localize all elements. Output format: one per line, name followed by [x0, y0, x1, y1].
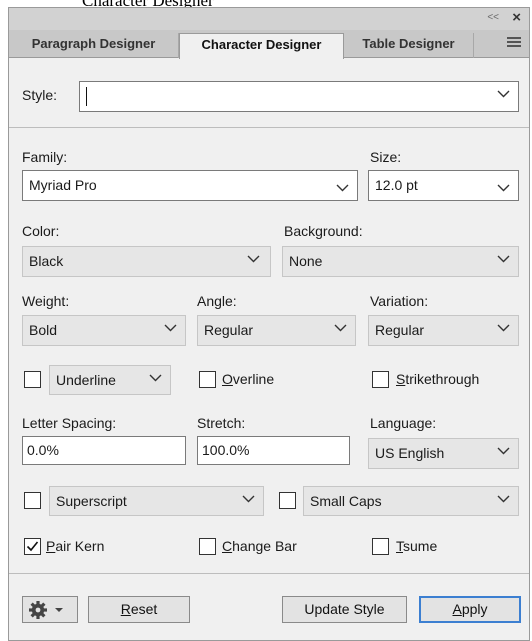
angle-dropdown[interactable]: Regular	[197, 315, 356, 346]
variation-dropdown[interactable]: Regular	[368, 315, 519, 346]
reset-button[interactable]: Reset	[88, 596, 190, 623]
weight-label: Weight:	[22, 293, 70, 309]
chevron-down-icon[interactable]	[497, 447, 510, 455]
panel-titlebar: << ×	[9, 8, 529, 30]
angle-value: Regular	[204, 322, 254, 338]
divider	[9, 573, 529, 574]
size-label: Size:	[370, 149, 402, 165]
character-designer-panel: << × Paragraph Designer Character Design…	[8, 7, 530, 641]
letter-spacing-value: 0.0%	[27, 442, 59, 458]
chevron-down-icon[interactable]	[497, 90, 510, 98]
update-style-button[interactable]: Update Style	[282, 596, 407, 623]
chevron-down-icon[interactable]	[247, 255, 260, 263]
tab-bar: Paragraph Designer Character Designer Ta…	[9, 30, 529, 59]
strikethrough-checkbox[interactable]	[372, 371, 389, 388]
tab-table-designer[interactable]: Table Designer	[344, 33, 474, 58]
color-label: Color:	[22, 223, 60, 239]
close-panel-button[interactable]: ×	[512, 9, 521, 26]
collapse-panel-button[interactable]: <<	[487, 12, 499, 23]
stretch-label: Stretch:	[197, 415, 246, 431]
language-value: US English	[375, 445, 445, 461]
tsume-label[interactable]: Tsume	[396, 538, 437, 554]
pair-kern-label[interactable]: Pair Kern	[46, 538, 104, 554]
small-caps-dropdown[interactable]: Small Caps	[303, 486, 519, 516]
change-bar-checkbox[interactable]	[199, 538, 216, 555]
superscript-value: Superscript	[56, 493, 127, 509]
chevron-down-icon[interactable]	[497, 495, 510, 503]
pair-kern-checkbox[interactable]	[24, 538, 41, 555]
language-label: Language:	[370, 415, 437, 431]
stretch-input[interactable]: 100.0%	[197, 436, 350, 465]
color-dropdown[interactable]: Black	[22, 246, 271, 277]
change-bar-label[interactable]: Change Bar	[222, 538, 297, 554]
underline-value: Underline	[56, 372, 116, 388]
variation-value: Regular	[375, 322, 425, 338]
family-label: Family:	[22, 149, 68, 165]
chevron-down-icon[interactable]	[497, 324, 510, 332]
settings-menu-button[interactable]	[22, 596, 78, 623]
family-dropdown[interactable]: Myriad Pro	[22, 170, 358, 201]
chevron-down-icon[interactable]	[242, 495, 255, 503]
background-value: None	[289, 253, 323, 269]
underline-dropdown[interactable]: Underline	[49, 365, 171, 395]
tsume-checkbox[interactable]	[372, 538, 389, 555]
strikethrough-label[interactable]: Strikethrough	[396, 371, 479, 387]
size-value: 12.0 pt	[375, 177, 418, 193]
weight-dropdown[interactable]: Bold	[22, 315, 186, 346]
chevron-down-icon[interactable]	[164, 324, 177, 332]
language-dropdown[interactable]: US English	[368, 438, 519, 469]
overline-checkbox[interactable]	[199, 371, 216, 388]
weight-value: Bold	[29, 322, 58, 338]
superscript-checkbox[interactable]	[24, 492, 41, 509]
apply-button[interactable]: Apply	[419, 596, 521, 623]
background-dropdown[interactable]: None	[282, 246, 519, 277]
divider	[9, 127, 529, 128]
text-cursor	[86, 87, 87, 106]
variation-label: Variation:	[370, 293, 429, 309]
hamburger-menu-icon[interactable]	[507, 37, 521, 49]
small-caps-value: Small Caps	[310, 493, 382, 509]
style-label: Style:	[22, 87, 58, 103]
size-dropdown[interactable]: 12.0 pt	[368, 170, 519, 201]
letter-spacing-input[interactable]: 0.0%	[22, 436, 186, 465]
overline-label[interactable]: Overline	[222, 371, 274, 387]
chevron-down-icon[interactable]	[149, 374, 162, 382]
chevron-down-icon[interactable]	[497, 184, 510, 192]
background-label: Background:	[284, 223, 363, 239]
chevron-down-icon[interactable]	[334, 324, 347, 332]
angle-label: Angle:	[197, 293, 237, 309]
chevron-down-icon[interactable]	[336, 184, 349, 192]
stretch-value: 100.0%	[202, 442, 250, 458]
underline-checkbox[interactable]	[24, 371, 41, 388]
tab-character-designer[interactable]: Character Designer	[179, 33, 344, 59]
chevron-down-icon[interactable]	[497, 255, 510, 263]
small-caps-checkbox[interactable]	[279, 492, 296, 509]
style-combobox[interactable]	[79, 81, 519, 112]
letter-spacing-label: Letter Spacing:	[22, 415, 117, 431]
family-value: Myriad Pro	[29, 177, 97, 193]
gear-icon	[29, 601, 63, 619]
tab-paragraph-designer[interactable]: Paragraph Designer	[9, 33, 179, 58]
checkmark-icon	[26, 541, 39, 552]
superscript-dropdown[interactable]: Superscript	[49, 486, 264, 516]
color-value: Black	[29, 253, 64, 269]
